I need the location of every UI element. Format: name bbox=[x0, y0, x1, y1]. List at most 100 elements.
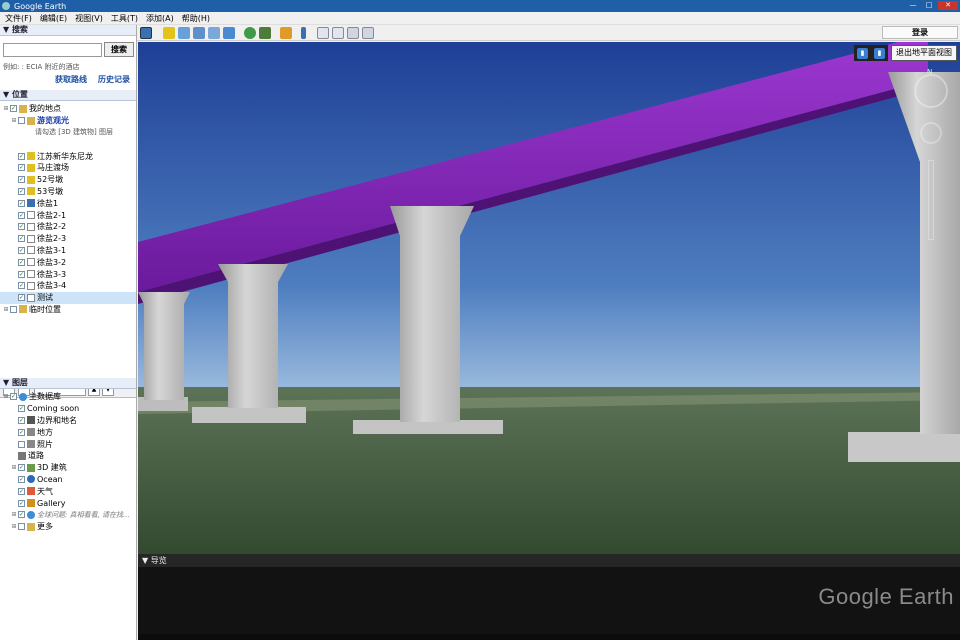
zoom-slider[interactable] bbox=[928, 160, 934, 240]
walk-mode-icon[interactable]: ▮ bbox=[857, 47, 868, 59]
tree-item[interactable] bbox=[0, 138, 136, 150]
ruler-icon[interactable] bbox=[301, 26, 306, 39]
tree-item[interactable]: ⊞ ✓ 我的地点 bbox=[0, 103, 136, 115]
checkbox[interactable] bbox=[18, 117, 25, 125]
checkbox[interactable]: ✓ bbox=[18, 258, 25, 266]
tree-item[interactable]: ✓ 徐盐3-1 bbox=[0, 245, 136, 257]
expand-icon[interactable]: ⊞ bbox=[10, 464, 18, 471]
tree-item[interactable]: ✓ 天气 bbox=[0, 485, 136, 497]
tree-item[interactable]: ⊞ ✓ 主数据库 bbox=[0, 391, 136, 403]
tree-item[interactable]: ⊞ 更多 bbox=[0, 521, 136, 533]
checkbox[interactable]: ✓ bbox=[18, 223, 25, 231]
checkbox[interactable]: ✓ bbox=[18, 246, 25, 254]
checkbox[interactable]: ✓ bbox=[18, 416, 25, 424]
checkbox[interactable]: ✓ bbox=[18, 235, 25, 243]
tree-item[interactable]: ✓ 徐盐2-1 bbox=[0, 209, 136, 221]
tree-item[interactable]: ✓ 测试 bbox=[0, 291, 136, 304]
tree-item[interactable]: ✓ Gallery bbox=[0, 497, 136, 509]
save-image-icon[interactable] bbox=[347, 26, 359, 39]
menu-edit[interactable]: 编辑(E) bbox=[40, 13, 67, 24]
tree-item[interactable]: ✓ 徐盐3-4 bbox=[0, 280, 136, 292]
tree-item[interactable]: ✓ 徐盐1 bbox=[0, 197, 136, 209]
layers-panel-header[interactable]: ▼ 图层 bbox=[0, 378, 136, 389]
checkbox[interactable]: ✓ bbox=[18, 475, 25, 483]
checkbox[interactable]: ✓ bbox=[18, 405, 25, 413]
view-in-maps-icon[interactable] bbox=[362, 26, 374, 39]
image-overlay-icon[interactable] bbox=[208, 26, 220, 39]
path-icon[interactable] bbox=[193, 26, 205, 39]
email-icon[interactable] bbox=[317, 26, 329, 39]
tree-item[interactable]: ✓ 江苏新华东尼龙 bbox=[0, 150, 136, 162]
menu-view[interactable]: 视图(V) bbox=[75, 13, 103, 24]
menu-tools[interactable]: 工具(T) bbox=[111, 13, 138, 24]
tree-item[interactable]: ✓ Coming soon bbox=[0, 403, 136, 415]
tour-panel-header[interactable]: ▼ 导览 bbox=[138, 554, 960, 567]
checkbox[interactable]: ✓ bbox=[18, 499, 25, 507]
expand-icon[interactable]: ⊞ bbox=[10, 117, 18, 124]
login-button[interactable]: 登录 bbox=[882, 26, 958, 39]
checkbox[interactable]: ✓ bbox=[18, 511, 25, 519]
checkbox[interactable]: ✓ bbox=[18, 464, 25, 472]
tree-item[interactable]: ✓ 徐盐3-3 bbox=[0, 268, 136, 280]
checkbox[interactable]: ✓ bbox=[18, 187, 25, 195]
navigation-controls[interactable]: N bbox=[910, 68, 952, 242]
tree-item[interactable]: 请勾选 [3D 建筑物] 图层 bbox=[0, 127, 136, 139]
tree-item[interactable]: ⊞ ✓ 3D 建筑 bbox=[0, 462, 136, 474]
checkbox[interactable]: ✓ bbox=[18, 164, 25, 172]
record-tour-icon[interactable] bbox=[223, 26, 235, 39]
tree-item[interactable]: ✓ 地方 bbox=[0, 426, 136, 438]
directions-link[interactable]: 获取路线 bbox=[55, 74, 87, 85]
planets-icon[interactable] bbox=[280, 26, 292, 39]
menu-add[interactable]: 添加(A) bbox=[146, 13, 174, 24]
checkbox[interactable]: ✓ bbox=[18, 199, 25, 207]
tree-item[interactable]: 道路 bbox=[0, 450, 136, 462]
tree-item[interactable]: 照片 bbox=[0, 438, 136, 450]
earth-3d-view[interactable]: N bbox=[138, 42, 960, 554]
sidebar-toggle-icon[interactable] bbox=[140, 26, 152, 39]
checkbox[interactable]: ✓ bbox=[18, 294, 25, 302]
tree-item[interactable]: ✓ 徐盐2-2 bbox=[0, 221, 136, 233]
tree-item[interactable]: ✓ 徐盐2-3 bbox=[0, 233, 136, 245]
polygon-icon[interactable] bbox=[178, 26, 190, 39]
checkbox[interactable]: ✓ bbox=[18, 487, 25, 495]
tree-item[interactable]: ⊞ ✓ 全球问题: 真相看看, 请在找... bbox=[0, 509, 136, 521]
maximize-button[interactable]: □ bbox=[922, 1, 936, 10]
exit-ground-view-button[interactable]: 退出地平面视图 bbox=[891, 45, 957, 61]
expand-icon[interactable]: ⊞ bbox=[2, 393, 10, 400]
checkbox[interactable]: ✓ bbox=[18, 282, 25, 290]
search-button[interactable]: 搜索 bbox=[104, 42, 134, 57]
expand-icon[interactable]: ⊞ bbox=[10, 523, 18, 530]
ground-level-scene[interactable] bbox=[138, 42, 960, 554]
expand-icon[interactable]: ⊞ bbox=[2, 105, 10, 112]
checkbox[interactable]: ✓ bbox=[18, 270, 25, 278]
history-link[interactable]: 历史记录 bbox=[98, 74, 130, 85]
checkbox[interactable]: ✓ bbox=[10, 105, 17, 113]
tree-item[interactable]: ✓ 边界和地名 bbox=[0, 415, 136, 427]
print-icon[interactable] bbox=[332, 26, 344, 39]
tree-item[interactable]: ⊞ 游览观光 bbox=[0, 115, 136, 127]
places-panel-header[interactable]: ▼ 位置 bbox=[0, 90, 136, 101]
checkbox[interactable] bbox=[10, 305, 17, 313]
search-panel-header[interactable]: ▼ 搜索 bbox=[0, 25, 136, 36]
checkbox[interactable]: ✓ bbox=[18, 428, 25, 436]
menu-help[interactable]: 帮助(H) bbox=[182, 13, 210, 24]
checkbox[interactable]: ✓ bbox=[18, 211, 25, 219]
tree-item[interactable]: ✓ Ocean bbox=[0, 474, 136, 486]
compass-ring[interactable] bbox=[914, 74, 948, 108]
checkbox[interactable]: ✓ bbox=[10, 393, 17, 401]
menu-file[interactable]: 文件(F) bbox=[5, 13, 32, 24]
close-button[interactable]: ✕ bbox=[938, 1, 958, 10]
checkbox[interactable] bbox=[18, 523, 25, 531]
minimize-button[interactable]: — bbox=[906, 1, 920, 10]
look-joystick[interactable] bbox=[920, 122, 942, 144]
tree-item[interactable]: ⊞ 临时位置 bbox=[0, 304, 136, 316]
tree-item[interactable]: ✓ 52号墩 bbox=[0, 174, 136, 186]
sunlight-icon[interactable] bbox=[259, 26, 271, 39]
checkbox[interactable]: ✓ bbox=[18, 176, 25, 184]
placemark-icon[interactable] bbox=[163, 26, 175, 39]
tree-item[interactable]: ✓ 徐盐3-2 bbox=[0, 256, 136, 268]
street-mode-icon[interactable]: ▮ bbox=[874, 47, 885, 59]
historical-imagery-icon[interactable] bbox=[244, 26, 256, 39]
tree-item[interactable]: ✓ 53号墩 bbox=[0, 186, 136, 198]
checkbox[interactable]: ✓ bbox=[18, 152, 25, 160]
